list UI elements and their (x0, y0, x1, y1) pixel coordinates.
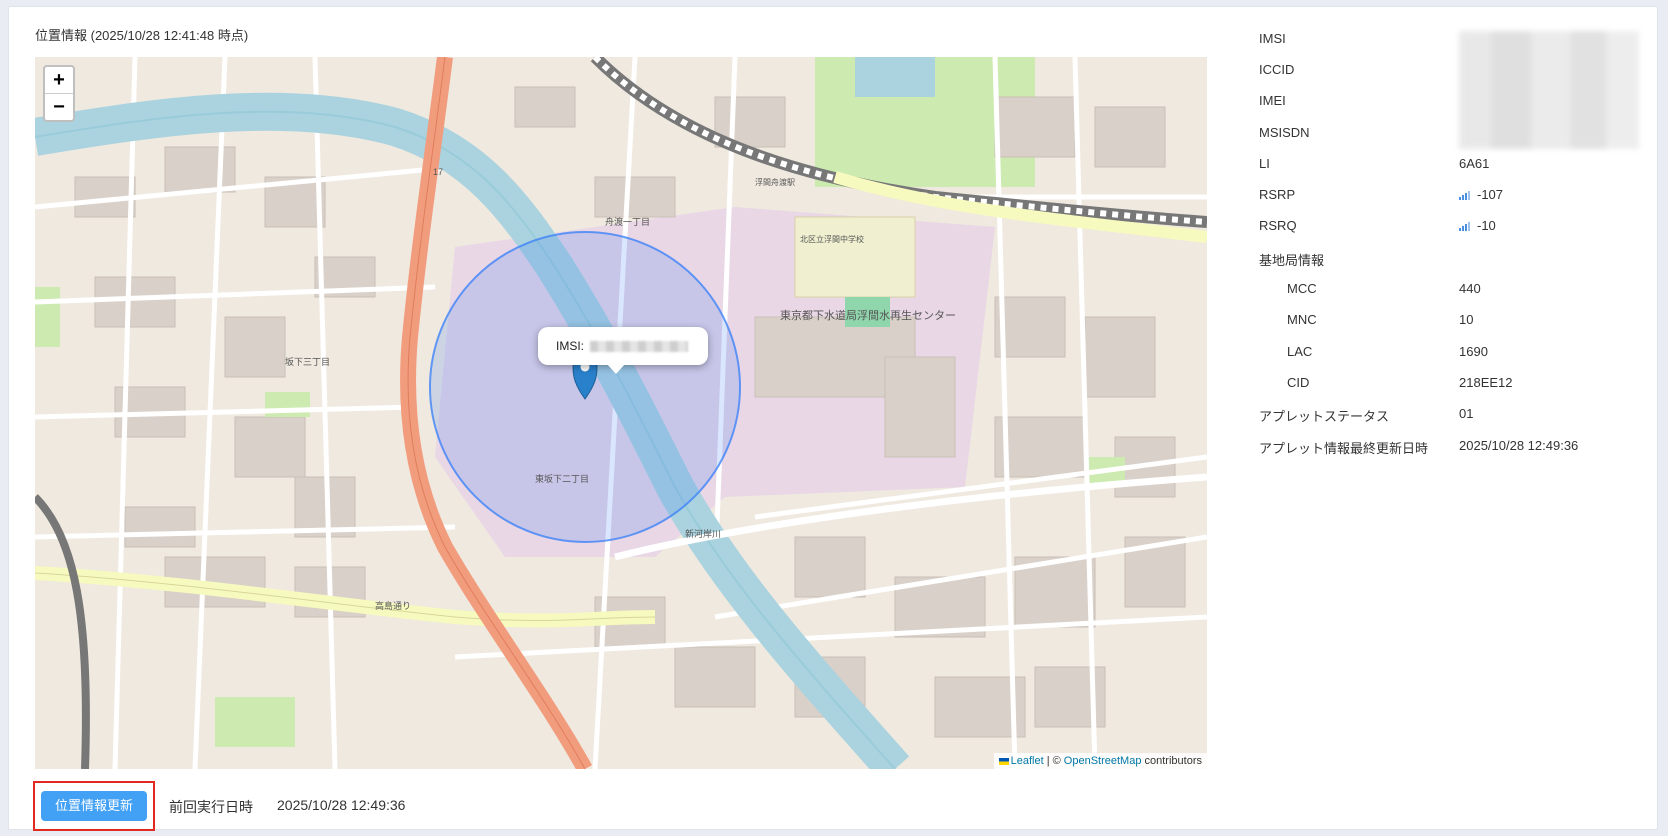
mnc-label: MNC (1287, 312, 1317, 327)
mcc-label: MCC (1287, 281, 1317, 296)
leaflet-link[interactable]: Leaflet (1011, 755, 1044, 767)
signal-icon (1459, 222, 1470, 232)
map-view[interactable]: 東京都下水道局浮間水再生センター 東坂下二丁目 高島通り 17 新河岸川 浮間舟… (35, 57, 1207, 769)
map-tiles: 東京都下水道局浮間水再生センター 東坂下二丁目 高島通り 17 新河岸川 浮間舟… (35, 57, 1207, 769)
label-river: 新河岸川 (685, 528, 721, 539)
zoom-in-button[interactable]: + (45, 67, 73, 93)
label-area: 東坂下二丁目 (535, 473, 589, 484)
prev-exec-label: 前回実行日時 (169, 799, 253, 815)
label-town: 舟渡一丁目 (605, 216, 650, 227)
imsi-label: IMSI (1259, 31, 1286, 46)
lac-value: 1690 (1459, 344, 1488, 359)
rsrp-label: RSRP (1259, 187, 1296, 202)
applet-status-value: 01 (1459, 406, 1474, 421)
lac-label: LAC (1287, 344, 1313, 359)
label-facility: 東京都下水道局浮間水再生センター (780, 308, 956, 322)
cid-label: CID (1287, 375, 1310, 390)
applet-status-label: アプレットステータス (1259, 409, 1390, 424)
applet-updated-label: アプレット情報最終更新日時 (1259, 441, 1429, 456)
iccid-label: ICCID (1259, 62, 1295, 77)
zoom-control: + − (43, 65, 75, 122)
osm-link[interactable]: OpenStreetMap (1064, 755, 1142, 767)
update-location-button[interactable]: 位置情報更新 (41, 791, 147, 821)
label-road: 高島通り (375, 600, 411, 611)
mnc-value: 10 (1459, 312, 1474, 327)
li-label: LI (1259, 156, 1270, 171)
popup-imsi-label: IMSI: (556, 339, 585, 353)
prev-exec-value: 2025/10/28 12:49:36 (277, 797, 406, 813)
rsrq-label: RSRQ (1259, 218, 1297, 233)
msisdn-label: MSISDN (1259, 125, 1310, 140)
update-button-highlight: 位置情報更新 (33, 781, 155, 831)
attrib-sep: | © (1046, 755, 1061, 767)
rsrq-value: -10 (1477, 218, 1496, 233)
popup-imsi-redacted (590, 341, 688, 352)
label-street: 坂下三丁目 (285, 357, 330, 367)
zoom-out-button[interactable]: − (45, 93, 73, 120)
map-title: 位置情報 (2025/10/28 12:41:48 時点) (35, 28, 249, 43)
redacted-identifiers (1459, 31, 1639, 149)
label-station: 浮間舟渡駅 (755, 177, 795, 187)
label-route: 17 (433, 167, 443, 177)
ukraine-flag-icon (998, 757, 1009, 765)
signal-icon (1459, 191, 1470, 201)
rsrp-value: -107 (1477, 187, 1504, 202)
imei-label: IMEI (1259, 93, 1286, 108)
applet-updated-value: 2025/10/28 12:49:36 (1459, 438, 1579, 453)
popup-tip (607, 364, 625, 374)
li-value: 6A61 (1459, 156, 1490, 171)
base-station-label: 基地局情報 (1259, 253, 1325, 268)
cid-value: 218EE12 (1459, 375, 1513, 390)
map-attribution: Leaflet | © OpenStreetMap contributors (993, 753, 1207, 769)
label-school: 北区立浮間中学校 (800, 234, 864, 244)
marker-popup: IMSI: (538, 327, 708, 365)
main-card: 位置情報 (2025/10/28 12:41:48 時点) 東京都下水道局浮間水… (8, 6, 1658, 831)
attrib-contributors: contributors (1144, 755, 1202, 767)
mcc-value: 440 (1459, 281, 1481, 296)
